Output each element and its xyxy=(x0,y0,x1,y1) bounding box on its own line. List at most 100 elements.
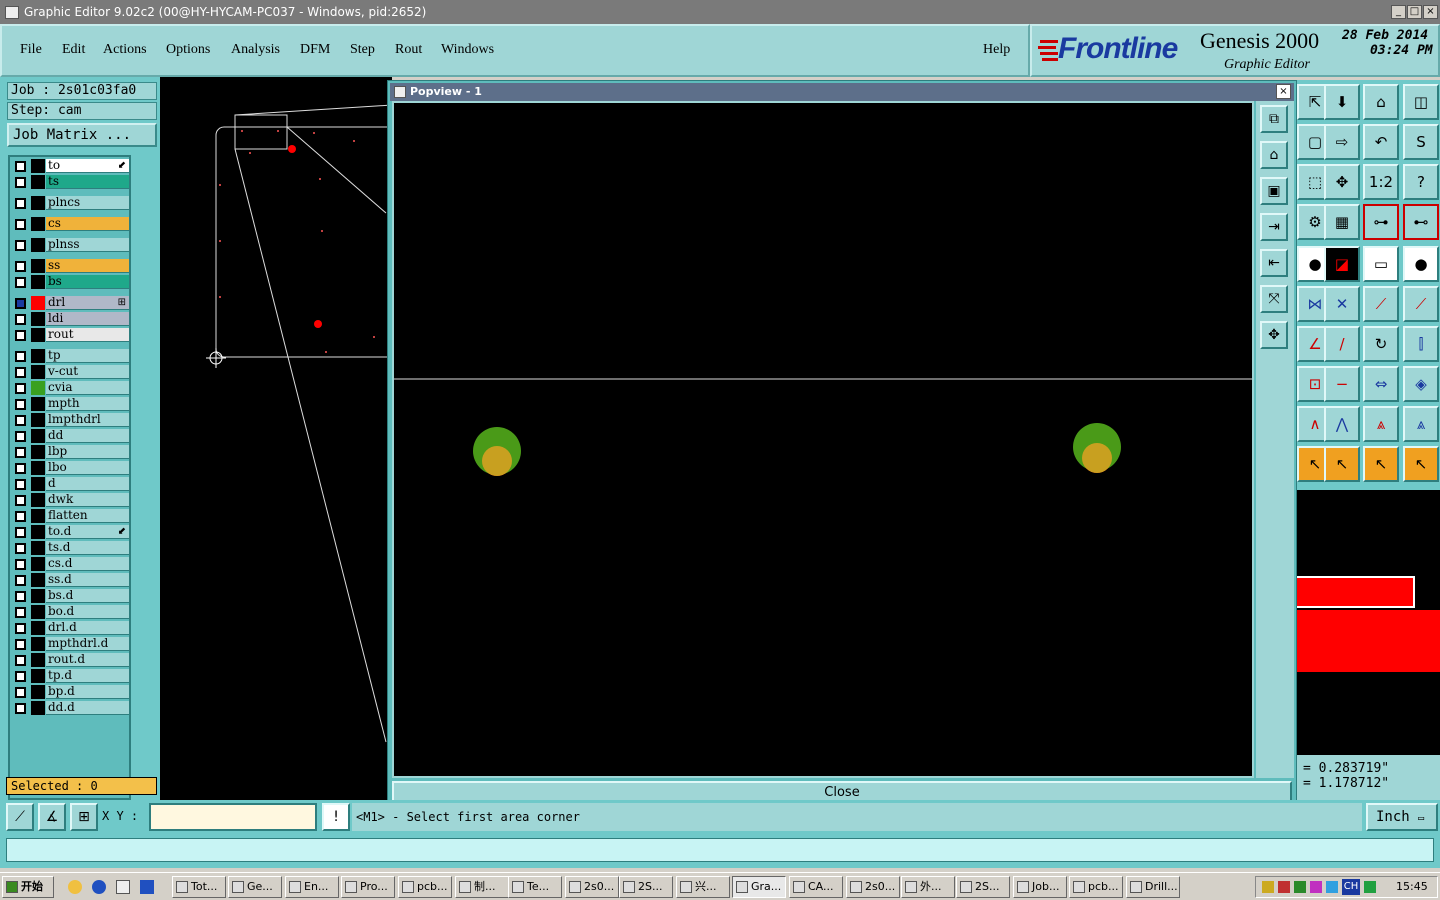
circle-pad-icon[interactable]: ● xyxy=(1403,246,1439,282)
layer-color-swatch[interactable] xyxy=(31,381,45,395)
layer-row[interactable]: ss.d xyxy=(12,573,129,587)
layer-checkbox[interactable] xyxy=(15,383,26,394)
quicklaunch-ie-icon[interactable] xyxy=(92,880,106,894)
layer-color-swatch[interactable] xyxy=(31,637,45,651)
grid-icon[interactable]: ▦ xyxy=(1324,204,1360,240)
measure-tool-icon[interactable]: ⟋ xyxy=(6,803,34,831)
layer-align-icon[interactable]: ⊶ xyxy=(1363,204,1399,240)
layer-checkbox[interactable] xyxy=(15,559,26,570)
layer-row[interactable]: mpth xyxy=(12,397,129,411)
layer-row[interactable]: ss xyxy=(12,259,129,273)
layer-checkbox[interactable] xyxy=(15,367,26,378)
layer-row[interactable]: lbo xyxy=(12,461,129,475)
menu-analysis[interactable]: Analysis xyxy=(231,42,280,58)
line-dot-icon[interactable]: ⟋ xyxy=(1403,286,1439,322)
layer-row[interactable]: flatten xyxy=(12,509,129,523)
contour-icon[interactable]: ◪ xyxy=(1324,246,1360,282)
popview-close-icon[interactable]: × xyxy=(1276,84,1291,99)
layer-row[interactable]: cs.d xyxy=(12,557,129,571)
layer-row[interactable]: v-cut xyxy=(12,365,129,379)
layer-row[interactable]: to ⬋ xyxy=(12,159,129,173)
layer-checkbox[interactable] xyxy=(15,527,26,538)
layer-name[interactable]: to.d xyxy=(46,525,129,539)
select-box-icon[interactable]: ↖ xyxy=(1324,446,1360,482)
taskbar-item[interactable]: Te... xyxy=(508,876,562,898)
layer-checkbox[interactable] xyxy=(15,591,26,602)
home-icon[interactable]: ⌂ xyxy=(1363,84,1399,120)
shapes-icon[interactable]: ◈ xyxy=(1403,366,1439,402)
minus-icon[interactable]: − xyxy=(1324,366,1360,402)
layer-checkbox[interactable] xyxy=(15,351,26,362)
taskbar-item[interactable]: Drill... xyxy=(1126,876,1180,898)
flip-icon[interactable]: ⫿ xyxy=(1403,326,1439,362)
layer-color-swatch[interactable] xyxy=(31,541,45,555)
layer-checkbox[interactable] xyxy=(15,177,26,188)
tray-pen-icon[interactable] xyxy=(1278,881,1290,893)
layer-name[interactable]: flatten xyxy=(46,509,129,523)
layer-checkbox[interactable] xyxy=(15,479,26,490)
layer-row[interactable]: plncs xyxy=(12,196,129,210)
help-icon[interactable]: ? xyxy=(1403,164,1439,200)
layer-name[interactable]: bs xyxy=(46,275,129,289)
measure-icon[interactable]: ⇔ xyxy=(1363,366,1399,402)
graphic-canvas[interactable] xyxy=(160,77,417,800)
layer-color-swatch[interactable] xyxy=(31,685,45,699)
layer-row[interactable]: ts.d xyxy=(12,541,129,555)
layer-row[interactable]: dd.d xyxy=(12,701,129,715)
save-icon[interactable]: ⬇ xyxy=(1324,84,1360,120)
layer-name[interactable]: plnss xyxy=(46,238,129,252)
layer-row[interactable]: bo.d xyxy=(12,605,129,619)
tray-ime-icon[interactable] xyxy=(1364,881,1376,893)
layer-color-swatch[interactable] xyxy=(31,621,45,635)
quicklaunch-save-icon[interactable] xyxy=(140,880,154,894)
layer-name[interactable]: lbo xyxy=(46,461,129,475)
layer-name[interactable]: bs.d xyxy=(46,589,129,603)
line-icon[interactable]: ⟋ xyxy=(1363,286,1399,322)
layer-color-swatch[interactable] xyxy=(31,653,45,667)
layer-row[interactable]: plnss xyxy=(12,238,129,252)
layer-row[interactable]: lbp xyxy=(12,445,129,459)
tray-close-icon[interactable] xyxy=(1310,881,1322,893)
layer-row[interactable]: rout xyxy=(12,328,129,342)
undo-icon[interactable]: ↶ xyxy=(1363,124,1399,160)
layer-name[interactable]: drl xyxy=(46,296,129,310)
layer-checkbox[interactable] xyxy=(15,463,26,474)
layer-checkbox[interactable] xyxy=(15,399,26,410)
layer-name[interactable]: dd.d xyxy=(46,701,129,715)
layer-name[interactable]: plncs xyxy=(46,196,129,210)
window-split-icon[interactable]: ◫ xyxy=(1403,84,1439,120)
peak-up-icon[interactable]: ⋀ xyxy=(1324,406,1360,442)
layer-row[interactable]: cs xyxy=(12,217,129,231)
ruler-icon[interactable]: ▭ xyxy=(1363,246,1399,282)
layer-color-swatch[interactable] xyxy=(31,509,45,523)
layer-name[interactable]: cs.d xyxy=(46,557,129,571)
taskbar-item[interactable]: 2s0... xyxy=(565,876,619,898)
layer-name[interactable]: lmpthdrl xyxy=(46,413,129,427)
taskbar-item[interactable]: 制... xyxy=(455,876,509,898)
menu-file[interactable]: File xyxy=(20,42,42,58)
layer-row[interactable]: cvia xyxy=(12,381,129,395)
layer-color-swatch[interactable] xyxy=(31,669,45,683)
layer-row[interactable]: tp.d xyxy=(12,669,129,683)
select-circle-icon[interactable]: ↖ xyxy=(1363,446,1399,482)
minimize-button[interactable]: _ xyxy=(1391,5,1406,19)
menu-dfm[interactable]: DFM xyxy=(300,42,330,58)
layer-checkbox[interactable] xyxy=(15,655,26,666)
layer-name[interactable]: ldi xyxy=(46,312,129,326)
layer-color-swatch[interactable] xyxy=(31,589,45,603)
select-net-icon[interactable]: ↖ xyxy=(1403,446,1439,482)
layer-row[interactable]: ldi xyxy=(12,312,129,326)
layer-color-swatch[interactable] xyxy=(31,557,45,571)
layer-color-swatch[interactable] xyxy=(31,525,45,539)
start-button[interactable]: 开始 xyxy=(2,876,54,898)
quicklaunch-clock-icon[interactable] xyxy=(68,880,82,894)
layer-row[interactable]: to.d ⬋ xyxy=(12,525,129,539)
pan-icon[interactable]: ✥ xyxy=(1324,164,1360,200)
menu-step[interactable]: Step xyxy=(350,42,375,58)
layer-checkbox[interactable] xyxy=(15,447,26,458)
layer-name[interactable]: drl.d xyxy=(46,621,129,635)
taskbar-item[interactable]: pcb... xyxy=(398,876,452,898)
layer-checkbox[interactable] xyxy=(15,240,26,251)
layer-checkbox[interactable] xyxy=(15,671,26,682)
layer-name[interactable]: ts.d xyxy=(46,541,129,555)
